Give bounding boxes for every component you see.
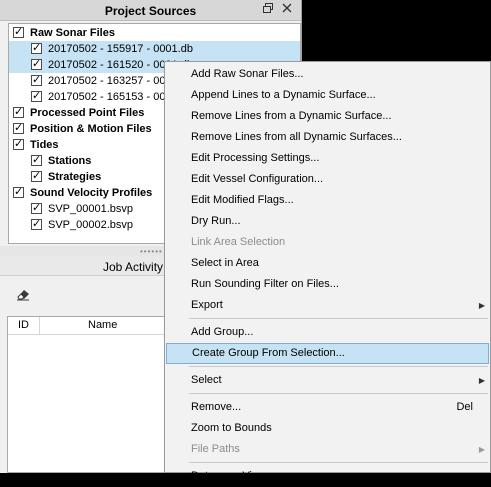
tree-item-label: Tides <box>30 139 59 151</box>
menu-item-label: Add Raw Sonar Files... <box>191 68 304 80</box>
menu-separator <box>189 462 488 463</box>
submenu-arrow-icon: ▶ <box>478 376 485 385</box>
menu-item-label: Edit Processing Settings... <box>191 152 320 164</box>
context-menu: Add Raw Sonar Files... Append Lines to a … <box>164 61 491 482</box>
tree-item-label: 20170502 - 155917 - 0001.db <box>48 43 193 55</box>
eraser-icon[interactable] <box>15 287 31 304</box>
tree-item-label: Raw Sonar Files <box>30 27 115 39</box>
menu-separator <box>189 393 488 394</box>
menu-item-label: Dry Run... <box>191 215 241 227</box>
tree-item-checkbox[interactable]: ✓ <box>31 203 42 214</box>
panel-header: Project Sources <box>0 0 301 21</box>
menu-item-edit-modified-flags[interactable]: Edit Modified Flags... <box>166 190 489 211</box>
menu-item-link-area-selection[interactable]: Link Area Selection <box>166 232 489 253</box>
tree-item-label: Stations <box>48 155 92 167</box>
menu-separator <box>189 318 488 319</box>
menu-item-label: Append Lines to a Dynamic Surface... <box>191 89 376 101</box>
menu-item-dry-run[interactable]: Dry Run... <box>166 211 489 232</box>
menu-item-label: Select <box>191 374 222 386</box>
menu-item-run-sounding-filter-on-files[interactable]: Run Sounding Filter on Files... <box>166 274 489 295</box>
tree-item-label: Sound Velocity Profiles <box>30 187 153 199</box>
close-icon[interactable] <box>281 2 293 17</box>
tree-item-checkbox[interactable]: ✓ <box>31 75 42 86</box>
tree-item-checkbox[interactable]: ✓ <box>31 219 42 230</box>
column-divider[interactable] <box>39 317 40 334</box>
menu-item-label: Add Group... <box>191 326 254 338</box>
tree-item-checkbox[interactable]: ✓ <box>31 43 42 54</box>
tree-item-checkbox[interactable]: ✓ <box>13 139 24 150</box>
menu-item-datagram-viewer[interactable]: Datagram Viewer <box>166 466 489 487</box>
menu-item-remove-lines-from-a-dynamic-surface[interactable]: Remove Lines from a Dynamic Surface... <box>166 106 489 127</box>
menu-item-label: Remove Lines from a Dynamic Surface... <box>191 110 392 122</box>
menu-item-remove-lines-from-all-dynamic-surfaces[interactable]: Remove Lines from all Dynamic Surfaces..… <box>166 127 489 148</box>
tree-item-label: Processed Point Files <box>30 107 145 119</box>
tree-item[interactable]: ✓ Raw Sonar Files <box>9 25 300 41</box>
menu-item-label: Edit Vessel Configuration... <box>191 173 324 185</box>
tree-item-checkbox[interactable]: ✓ <box>31 155 42 166</box>
menu-item-label: Select in Area <box>191 257 259 269</box>
splitter-grip-icon[interactable]: •••••• <box>140 247 163 256</box>
menu-item-create-group-from-selection[interactable]: Create Group From Selection... <box>166 343 489 364</box>
menu-item-file-paths[interactable]: File Paths ▶ <box>166 439 489 460</box>
tree-item-label: SVP_00001.bsvp <box>48 203 134 215</box>
menu-item-remove[interactable]: Remove... Del <box>166 397 489 418</box>
tree-item-checkbox[interactable]: ✓ <box>13 187 24 198</box>
column-header-name[interactable]: Name <box>88 319 117 331</box>
menu-item-label: Edit Modified Flags... <box>191 194 294 206</box>
menu-item-label: Datagram Viewer <box>191 470 276 482</box>
tree-item-label: Position & Motion Files <box>30 123 152 135</box>
tree-item-checkbox[interactable]: ✓ <box>31 171 42 182</box>
menu-item-label: File Paths <box>191 443 240 455</box>
tree-item-checkbox[interactable]: ✓ <box>13 123 24 134</box>
menu-item-edit-processing-settings[interactable]: Edit Processing Settings... <box>166 148 489 169</box>
tree-item-checkbox[interactable]: ✓ <box>13 27 24 38</box>
menu-item-shortcut: Del <box>456 401 473 413</box>
panel-title: Project Sources <box>104 4 197 18</box>
tree-item[interactable]: ✓ 20170502 - 155917 - 0001.db <box>9 41 300 57</box>
menu-item-edit-vessel-configuration[interactable]: Edit Vessel Configuration... <box>166 169 489 190</box>
menu-item-add-group[interactable]: Add Group... <box>166 322 489 343</box>
menu-item-select-in-area[interactable]: Select in Area <box>166 253 489 274</box>
menu-item-zoom-to-bounds[interactable]: Zoom to Bounds <box>166 418 489 439</box>
menu-item-label: Remove... <box>191 401 242 413</box>
column-header-id[interactable]: ID <box>18 319 29 331</box>
menu-item-label: Run Sounding Filter on Files... <box>191 278 339 290</box>
menu-item-label: Export <box>191 299 223 311</box>
menu-item-export[interactable]: Export ▶ <box>166 295 489 316</box>
menu-separator <box>189 366 488 367</box>
menu-item-add-raw-sonar-files[interactable]: Add Raw Sonar Files... <box>166 64 489 85</box>
submenu-arrow-icon: ▶ <box>478 301 485 310</box>
tree-item-checkbox[interactable]: ✓ <box>13 107 24 118</box>
tree-item-checkbox[interactable]: ✓ <box>31 91 42 102</box>
menu-item-label: Zoom to Bounds <box>191 422 272 434</box>
restore-icon[interactable] <box>262 2 274 17</box>
menu-item-label: Link Area Selection <box>191 236 286 248</box>
tree-item-label: Strategies <box>48 171 102 183</box>
tree-item-label: SVP_00002.bsvp <box>48 219 134 231</box>
menu-item-select[interactable]: Select ▶ <box>166 370 489 391</box>
submenu-arrow-icon: ▶ <box>478 445 485 454</box>
menu-item-label: Create Group From Selection... <box>192 347 345 359</box>
job-activity-title: Job Activity <box>103 260 164 274</box>
tree-item-checkbox[interactable]: ✓ <box>31 59 42 70</box>
menu-item-append-lines-to-a-dynamic-surface[interactable]: Append Lines to a Dynamic Surface... <box>166 85 489 106</box>
menu-item-label: Remove Lines from all Dynamic Surfaces..… <box>191 131 402 143</box>
